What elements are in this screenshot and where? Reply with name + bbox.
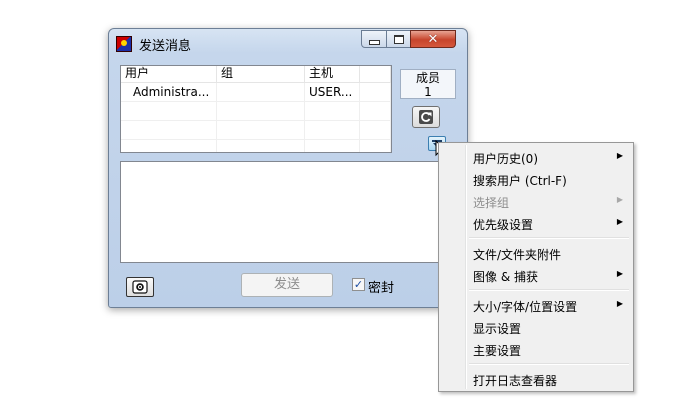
column-header-host[interactable]: 主机: [305, 66, 360, 82]
column-header-group[interactable]: 组: [217, 66, 305, 82]
submenu-arrow-icon: ▶: [616, 269, 623, 278]
menu-item-image-capture[interactable]: 图像 & 捕获 ▶: [441, 264, 631, 286]
menu-separator: [469, 237, 629, 239]
menu-separator: [469, 363, 629, 365]
refresh-button[interactable]: [412, 106, 440, 128]
menu-item-main-settings[interactable]: 主要设置: [441, 338, 631, 360]
capture-button[interactable]: [126, 277, 154, 297]
submenu-arrow-icon: ▶: [616, 217, 623, 226]
cell-host: USER...: [305, 83, 360, 101]
seal-checkbox[interactable]: ✓: [352, 278, 365, 291]
member-count-box: 成员 1: [400, 69, 456, 99]
menu-item-user-history[interactable]: 用户历史(0) ▶: [441, 146, 631, 168]
menu-item-priority-settings[interactable]: 优先级设置 ▶: [441, 212, 631, 234]
close-icon: ✕: [427, 31, 439, 47]
cell-user: Administra...: [121, 83, 217, 101]
empty-row: [121, 140, 391, 152]
menu-item-open-log-viewer[interactable]: 打开日志查看器: [441, 368, 631, 390]
member-count: 1: [424, 85, 432, 99]
menu-item-select-group[interactable]: 选择组 ▶: [441, 190, 631, 212]
title-bar[interactable]: 发送消息 ✕: [109, 29, 467, 57]
menu-separator: [469, 289, 629, 291]
column-header-user[interactable]: 用户: [121, 66, 217, 82]
maximize-icon: [393, 34, 404, 44]
column-header-extra[interactable]: [360, 66, 391, 82]
window-title: 发送消息: [139, 39, 192, 54]
camera-icon: [132, 280, 148, 294]
menu-item-display-settings[interactable]: 显示设置: [441, 316, 631, 338]
window-client-area: 用户 组 主机 Administra... USER... 成员 1 发送 ✓ …: [117, 57, 460, 299]
submenu-arrow-icon: ▶: [616, 195, 623, 204]
close-button[interactable]: ✕: [410, 30, 456, 48]
menu-item-size-font-position[interactable]: 大小/字体/位置设置 ▶: [441, 294, 631, 316]
empty-row: [121, 121, 391, 140]
table-row[interactable]: Administra... USER...: [121, 83, 391, 102]
message-input[interactable]: [120, 161, 460, 263]
user-list[interactable]: 用户 组 主机 Administra... USER...: [120, 65, 392, 153]
app-icon[interactable]: [116, 36, 132, 52]
context-menu: 用户历史(0) ▶ 搜索用户 (Ctrl-F) 选择组 ▶ 优先级设置 ▶ 文件…: [438, 142, 634, 392]
submenu-arrow-icon: ▶: [616, 299, 623, 308]
minimize-icon: [368, 39, 380, 45]
maximize-button[interactable]: [386, 30, 411, 48]
cell-group: [217, 83, 305, 101]
seal-label: 密封: [368, 281, 395, 296]
menu-item-file-attachment[interactable]: 文件/文件夹附件: [441, 242, 631, 264]
submenu-arrow-icon: ▶: [616, 151, 623, 160]
send-button[interactable]: 发送: [241, 273, 333, 297]
empty-row: [121, 102, 391, 121]
list-header: 用户 组 主机: [121, 66, 391, 83]
send-message-window: 发送消息 ✕ 用户 组 主机 Administra... USER... 成员 …: [108, 28, 468, 308]
member-label: 成员: [415, 71, 440, 85]
minimize-button[interactable]: [361, 30, 387, 48]
refresh-icon: [419, 110, 433, 124]
menu-item-search-user[interactable]: 搜索用户 (Ctrl-F): [441, 168, 631, 190]
